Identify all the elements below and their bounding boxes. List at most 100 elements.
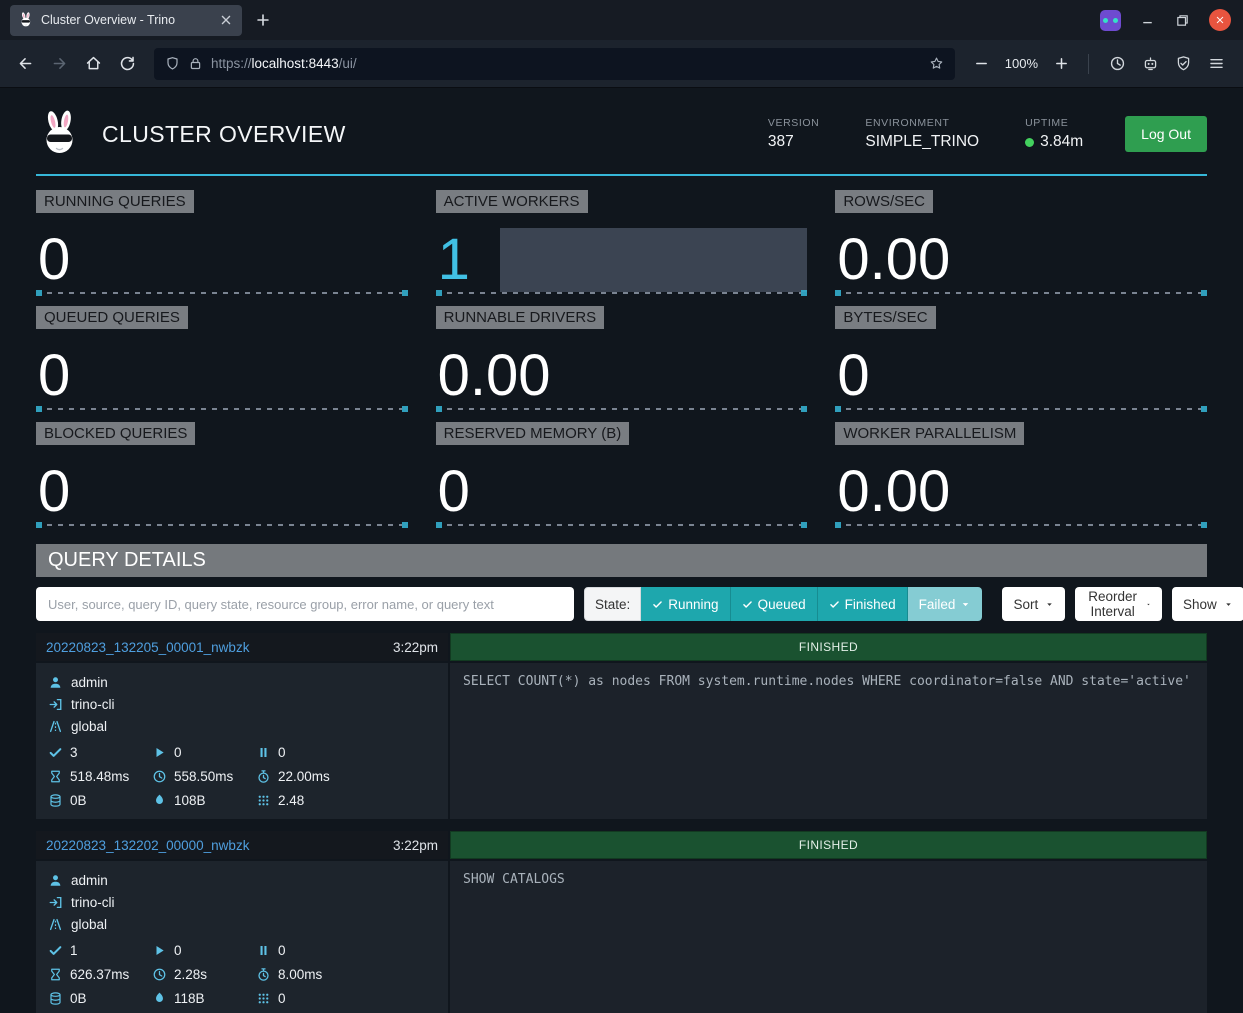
query-meta-panel: admin trino-cli global 1 0 0 626.37ms 2.… [36, 861, 448, 1013]
browser-window: Cluster Overview - Trino https://localho… [0, 0, 1243, 1013]
url-bar[interactable]: https://localhost:8443/ui/ [154, 48, 955, 80]
query-details-header: QUERY DETAILS [36, 544, 1207, 577]
metric-label: BYTES/SEC [835, 306, 935, 329]
window-close-button[interactable] [1209, 9, 1231, 31]
query-user: admin [71, 675, 108, 690]
query-search-input[interactable] [36, 587, 574, 621]
trino-favicon [18, 12, 34, 28]
state-filter-finished[interactable]: Finished [818, 587, 908, 621]
sparkline [436, 408, 808, 410]
completed-splits-icon [48, 745, 63, 760]
window-restore-button[interactable] [1174, 12, 1191, 29]
user-icon [48, 873, 63, 888]
header-divider [36, 174, 1207, 176]
url-scheme: https:// [211, 56, 252, 71]
extension-icon[interactable] [1100, 10, 1121, 31]
queued-time-icon [48, 769, 63, 784]
trino-logo [36, 110, 84, 158]
reload-button[interactable] [112, 49, 142, 79]
query-id-link[interactable]: 20220823_132205_00001_nwbzk [46, 640, 249, 655]
cluster-header: CLUSTER OVERVIEW VERSION 387 ENVIRONMENT… [36, 94, 1207, 174]
query-time: 3:22pm [393, 838, 438, 853]
metric-label: BLOCKED QUERIES [36, 422, 195, 445]
sparkline [36, 524, 408, 526]
running-splits: 0 [174, 745, 182, 760]
queued-time: 626.37ms [70, 967, 129, 982]
cpu-time: 22.00ms [278, 769, 330, 784]
uptime-value: 3.84m [1040, 133, 1083, 151]
running-splits-icon [152, 943, 167, 958]
cpu-time-icon [256, 967, 271, 982]
zoom-in-button[interactable] [1046, 49, 1076, 79]
query-source: trino-cli [71, 895, 115, 910]
uptime-status-dot [1025, 138, 1034, 147]
protections-shield-icon[interactable] [1175, 55, 1192, 72]
bookmark-star-icon[interactable] [929, 56, 944, 71]
memory: 0B [70, 991, 87, 1006]
state-filter-running[interactable]: Running [641, 587, 730, 621]
new-tab-button[interactable] [254, 11, 272, 29]
reorder-interval-dropdown[interactable]: Reorder Interval [1075, 587, 1162, 621]
history-clock-icon[interactable] [1109, 55, 1126, 72]
menu-hamburger-icon[interactable] [1208, 55, 1225, 72]
query-source: trino-cli [71, 697, 115, 712]
tab-bar: Cluster Overview - Trino [0, 0, 1243, 40]
tab-title: Cluster Overview - Trino [41, 13, 211, 27]
uptime-stat: UPTIME 3.84m [1025, 117, 1083, 151]
window-minimize-button[interactable] [1139, 12, 1156, 29]
queued-splits-icon [256, 943, 271, 958]
cumulative-memory-icon [152, 991, 167, 1006]
browser-tab[interactable]: Cluster Overview - Trino [10, 5, 242, 36]
metric-label: RUNNING QUERIES [36, 190, 194, 213]
sparkline [436, 292, 808, 294]
sparkline [436, 524, 808, 526]
lock-icon[interactable] [188, 56, 203, 71]
running-splits: 0 [174, 943, 182, 958]
query-id-link[interactable]: 20220823_132202_00000_nwbzk [46, 838, 249, 853]
chevron-down-icon [1224, 600, 1233, 609]
metric-label: WORKER PARALLELISM [835, 422, 1024, 445]
queued-splits: 0 [278, 943, 286, 958]
parallelism: 0 [278, 991, 286, 1006]
zoom-level[interactable]: 100% [1005, 56, 1038, 71]
check-icon [829, 599, 840, 610]
query-id-cell: 20220823_132205_00001_nwbzk 3:22pm [36, 633, 448, 661]
home-button[interactable] [78, 49, 108, 79]
wall-time-icon [152, 967, 167, 982]
chevron-down-icon [1146, 600, 1151, 609]
metric-rows-sec: ROWS/SEC 0.00 [835, 190, 1207, 298]
back-button[interactable] [10, 49, 40, 79]
logout-button[interactable]: Log Out [1125, 116, 1207, 152]
queued-time-icon [48, 967, 63, 982]
page-title: CLUSTER OVERVIEW [102, 121, 346, 148]
tracking-protection-shield-icon[interactable] [165, 56, 180, 71]
metric-label: RUNNABLE DRIVERS [436, 306, 605, 329]
wall-time-icon [152, 769, 167, 784]
state-filter-queued[interactable]: Queued [731, 587, 818, 621]
query-sql-text: SHOW CATALOGS [450, 861, 1207, 1013]
query-sql-text: SELECT COUNT(*) as nodes FROM system.run… [450, 663, 1207, 819]
queued-splits-icon [256, 745, 271, 760]
metric-worker-parallelism: WORKER PARALLELISM 0.00 [835, 422, 1207, 530]
query-id-cell: 20220823_132202_00000_nwbzk 3:22pm [36, 831, 448, 859]
query-resource-group: global [71, 719, 107, 734]
metric-blocked-queries: BLOCKED QUERIES 0 [36, 422, 408, 530]
cumulative-memory: 108B [174, 793, 206, 808]
forward-button[interactable] [44, 49, 74, 79]
extension-robot-icon[interactable] [1142, 55, 1159, 72]
zoom-out-button[interactable] [967, 49, 997, 79]
completed-splits: 1 [70, 943, 78, 958]
tab-close-icon[interactable] [218, 12, 234, 28]
metric-value: 0 [38, 347, 70, 405]
version-stat: VERSION 387 [768, 117, 819, 151]
state-filter-failed-dropdown[interactable]: Failed [908, 587, 983, 621]
metric-label: ACTIVE WORKERS [436, 190, 588, 213]
metric-value: 0.00 [837, 231, 950, 289]
sort-dropdown[interactable]: Sort [1002, 587, 1065, 621]
sparkline [36, 292, 408, 294]
query-row: 20220823_132202_00000_nwbzk 3:22pm FINIS… [36, 831, 1207, 1013]
query-status-badge: FINISHED [450, 831, 1207, 859]
show-dropdown[interactable]: Show [1172, 587, 1243, 621]
chevron-down-icon [960, 599, 971, 610]
state-filter-label: State: [584, 587, 641, 621]
